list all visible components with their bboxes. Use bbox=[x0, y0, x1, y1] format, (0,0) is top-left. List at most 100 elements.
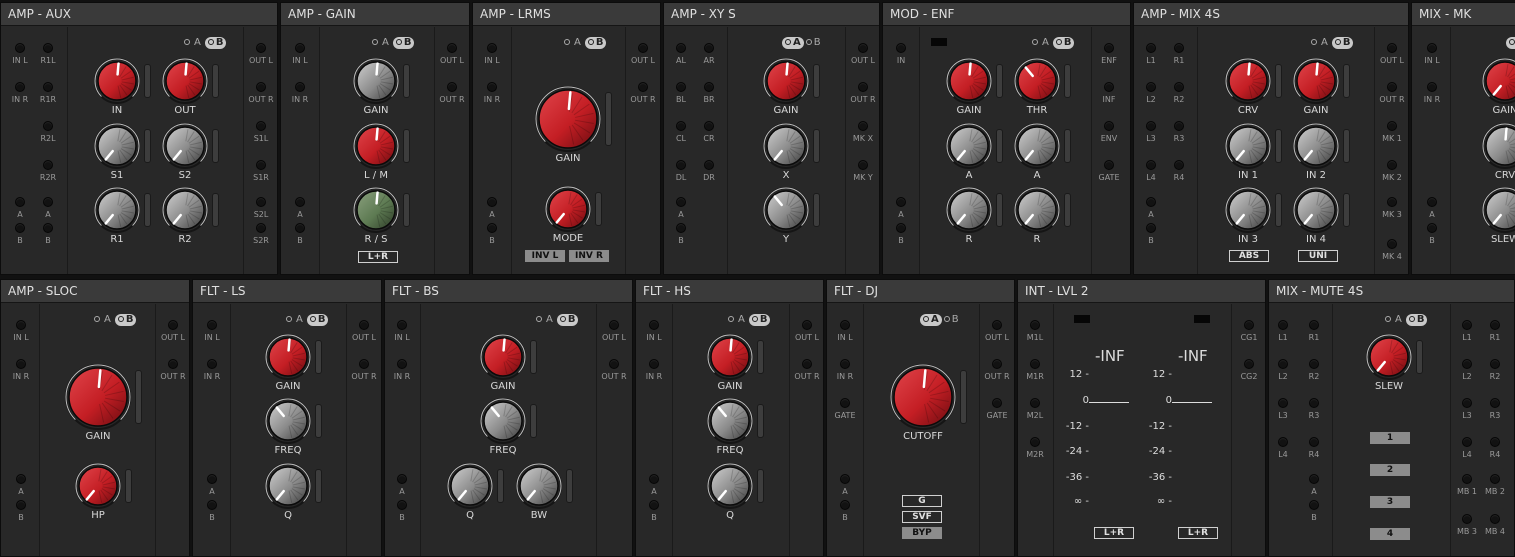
mod-slider[interactable] bbox=[212, 129, 219, 163]
toggle-button-svf[interactable]: SVF bbox=[902, 511, 942, 523]
port-jack[interactable]: ENF bbox=[1087, 43, 1130, 66]
ab-option-a[interactable]: A bbox=[920, 314, 942, 326]
knob-r2[interactable]: R2 bbox=[162, 187, 208, 245]
knob-r[interactable]: R bbox=[1014, 187, 1060, 245]
knob-gain[interactable]: GAIN bbox=[1482, 58, 1515, 116]
port-jack[interactable]: B bbox=[636, 500, 676, 523]
port-jack[interactable]: R1 bbox=[1473, 320, 1514, 343]
port-jack[interactable]: OUT R bbox=[342, 359, 381, 382]
ab-option-a[interactable]: A bbox=[1393, 314, 1404, 326]
toggle-button-inv-r[interactable]: INV R bbox=[569, 250, 609, 262]
ab-switch[interactable]: AB bbox=[1032, 37, 1075, 49]
port-jack[interactable]: B bbox=[473, 223, 514, 246]
jack-socket[interactable] bbox=[1462, 437, 1472, 447]
jack-socket[interactable] bbox=[1387, 121, 1397, 131]
ab-option-b[interactable]: B bbox=[204, 37, 227, 49]
jack-socket[interactable] bbox=[1146, 121, 1156, 131]
knob-q[interactable]: Q bbox=[447, 463, 493, 521]
port-jack[interactable]: IN R bbox=[281, 82, 322, 105]
jack-socket[interactable] bbox=[207, 474, 217, 484]
jack-socket[interactable] bbox=[1490, 398, 1500, 408]
module-title[interactable]: FLT - HS bbox=[636, 280, 823, 303]
knob-mode[interactable]: MODE bbox=[545, 186, 591, 244]
port-jack[interactable]: IN R bbox=[473, 82, 514, 105]
port-jack[interactable]: MK X bbox=[841, 121, 879, 144]
jack-socket[interactable] bbox=[43, 160, 53, 170]
port-jack[interactable]: OUT L bbox=[975, 320, 1014, 343]
port-jack[interactable]: S1L bbox=[239, 121, 277, 144]
ab-option-b[interactable]: B bbox=[584, 37, 607, 49]
ab-option-b[interactable]: B bbox=[1052, 37, 1075, 49]
knob-bw[interactable]: BW bbox=[516, 463, 562, 521]
mod-slider[interactable] bbox=[757, 340, 764, 374]
port-jack[interactable]: AR bbox=[687, 43, 731, 66]
jack-socket[interactable] bbox=[1462, 514, 1472, 524]
port-jack[interactable]: S2R bbox=[239, 223, 277, 246]
port-jack[interactable]: CG1 bbox=[1227, 320, 1265, 343]
jack-socket[interactable] bbox=[256, 197, 266, 207]
jack-socket[interactable] bbox=[1146, 82, 1156, 92]
port-jack[interactable]: MB 4 bbox=[1473, 514, 1514, 537]
ab-option-b[interactable]: B bbox=[942, 314, 961, 326]
ab-switch[interactable]: AB bbox=[94, 314, 137, 326]
knob-a[interactable]: A bbox=[1014, 123, 1060, 181]
port-jack[interactable]: R2 bbox=[1473, 359, 1514, 382]
mod-slider[interactable] bbox=[144, 64, 151, 98]
jack-socket[interactable] bbox=[43, 121, 53, 131]
knob-crv[interactable]: CRV bbox=[1482, 123, 1515, 181]
port-jack[interactable]: A bbox=[1, 474, 43, 497]
jack-socket[interactable] bbox=[1278, 437, 1288, 447]
module-title[interactable]: AMP - AUX bbox=[1, 3, 277, 26]
port-jack[interactable]: M1R bbox=[1018, 359, 1057, 382]
port-jack[interactable]: OUT R bbox=[785, 359, 823, 382]
toggle-button-byp[interactable]: BYP bbox=[902, 527, 942, 539]
ab-switch[interactable]: AB bbox=[728, 314, 771, 326]
jack-socket[interactable] bbox=[1309, 500, 1319, 510]
jack-socket[interactable] bbox=[295, 43, 305, 53]
jack-socket[interactable] bbox=[840, 320, 850, 330]
jack-socket[interactable] bbox=[43, 223, 53, 233]
port-jack[interactable]: A bbox=[26, 197, 70, 220]
jack-socket[interactable] bbox=[840, 398, 850, 408]
jack-socket[interactable] bbox=[1174, 43, 1184, 53]
port-jack[interactable]: OUT L bbox=[430, 43, 469, 66]
port-jack[interactable]: IN L bbox=[636, 320, 676, 343]
mute-button-3[interactable]: 3 bbox=[1370, 496, 1410, 508]
jack-socket[interactable] bbox=[43, 43, 53, 53]
port-jack[interactable]: OUT L bbox=[239, 43, 277, 66]
ab-switch[interactable]: AB bbox=[564, 37, 607, 49]
jack-socket[interactable] bbox=[487, 223, 497, 233]
jack-socket[interactable] bbox=[168, 320, 178, 330]
mod-slider[interactable] bbox=[1064, 193, 1071, 227]
toggle-button-uni[interactable]: UNI bbox=[1298, 250, 1338, 262]
jack-socket[interactable] bbox=[676, 43, 686, 53]
port-jack[interactable]: INF bbox=[1087, 82, 1130, 105]
ab-option-a[interactable]: A bbox=[572, 37, 583, 49]
port-jack[interactable]: B bbox=[193, 500, 234, 523]
toggle-button-l-r[interactable]: L+R bbox=[358, 251, 398, 263]
jack-socket[interactable] bbox=[858, 43, 868, 53]
mod-slider[interactable] bbox=[1343, 193, 1350, 227]
jack-socket[interactable] bbox=[15, 197, 25, 207]
port-jack[interactable]: OUT R bbox=[430, 82, 469, 105]
jack-socket[interactable] bbox=[649, 500, 659, 510]
mod-slider[interactable] bbox=[1416, 340, 1423, 374]
jack-socket[interactable] bbox=[1462, 359, 1472, 369]
jack-socket[interactable] bbox=[256, 160, 266, 170]
mute-button-1[interactable]: 1 bbox=[1370, 432, 1410, 444]
jack-socket[interactable] bbox=[1427, 82, 1437, 92]
knob-gain[interactable]: GAIN bbox=[65, 364, 131, 442]
knob-out[interactable]: OUT bbox=[162, 58, 208, 116]
mod-slider[interactable] bbox=[212, 64, 219, 98]
jack-socket[interactable] bbox=[15, 223, 25, 233]
port-jack[interactable]: MK 3 bbox=[1370, 197, 1408, 220]
ab-option-a[interactable]: A bbox=[782, 37, 804, 49]
jack-socket[interactable] bbox=[16, 474, 26, 484]
jack-socket[interactable] bbox=[609, 359, 619, 369]
mod-slider[interactable] bbox=[960, 370, 967, 424]
jack-socket[interactable] bbox=[397, 359, 407, 369]
ab-option-a[interactable]: A bbox=[1040, 37, 1051, 49]
port-jack[interactable]: IN L bbox=[1412, 43, 1454, 66]
port-jack[interactable]: B bbox=[1134, 223, 1173, 246]
knob-s2[interactable]: S2 bbox=[162, 123, 208, 181]
